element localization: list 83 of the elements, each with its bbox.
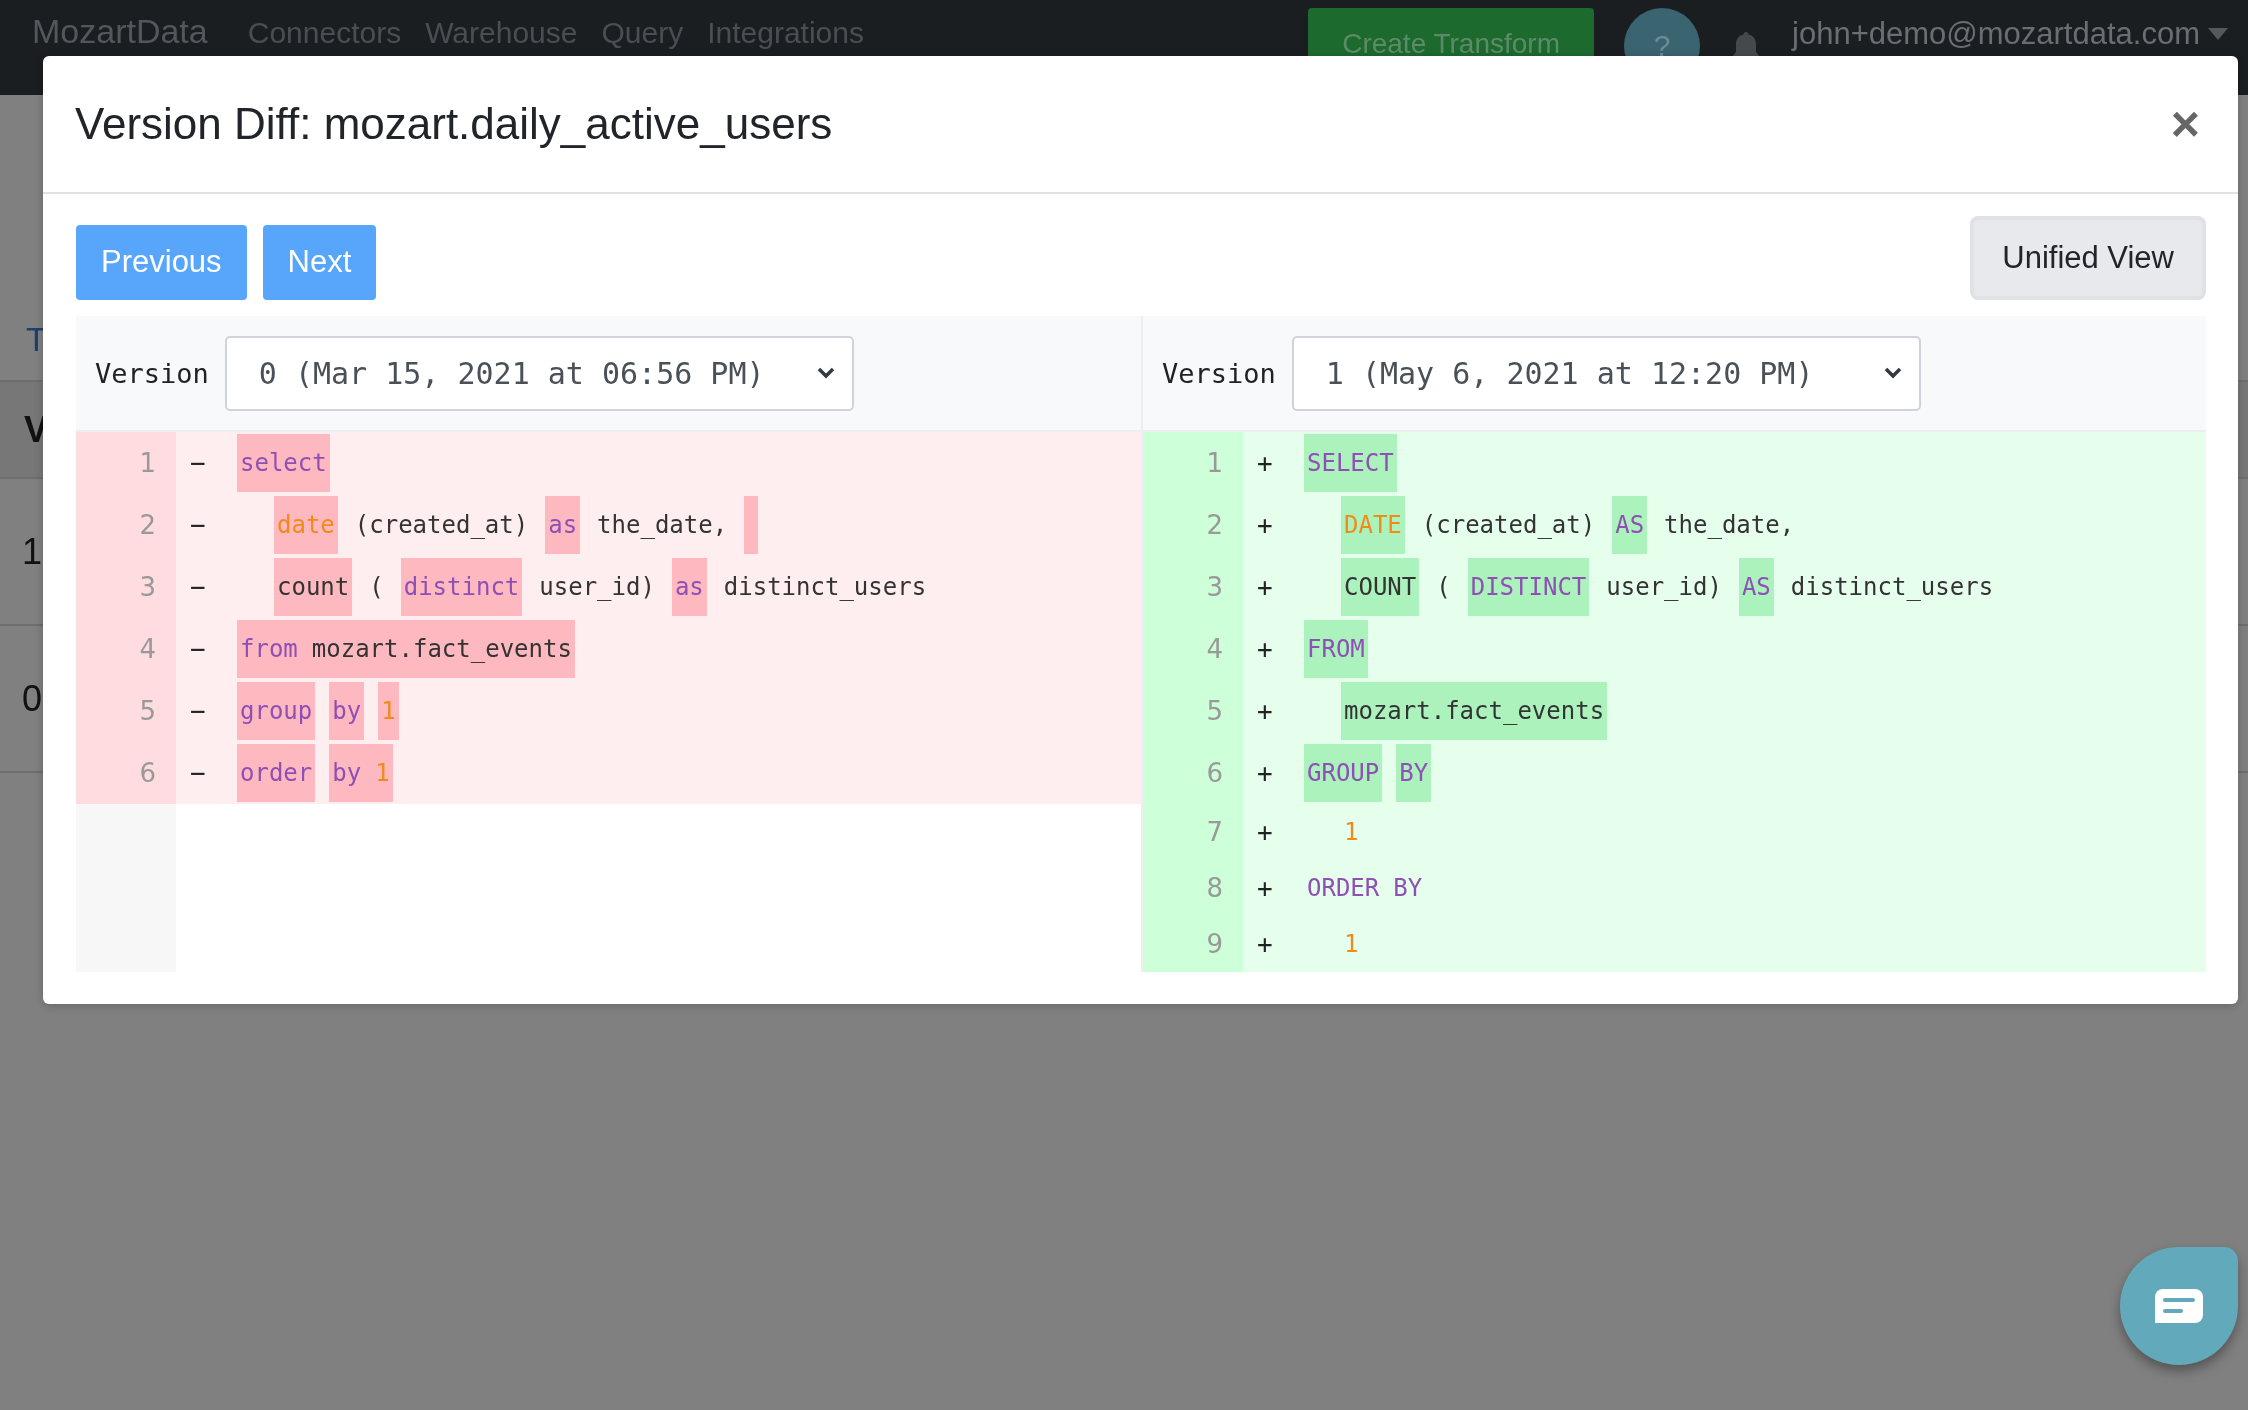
line-number: 3 bbox=[76, 556, 176, 618]
line-number: 5 bbox=[1143, 680, 1243, 742]
code-text: the_date, bbox=[1663, 510, 1796, 541]
code-text: 1 bbox=[1343, 817, 1360, 848]
highlighted-change: group bbox=[237, 682, 316, 740]
diff-sign: + bbox=[1256, 509, 1274, 542]
highlighted-change: AS bbox=[1738, 558, 1774, 616]
highlighted-change: DATE bbox=[1341, 496, 1405, 554]
caret-icon bbox=[2208, 28, 2228, 40]
table-cell: 0 bbox=[22, 677, 43, 720]
line-number: 6 bbox=[76, 742, 176, 804]
table-cell: 1 bbox=[22, 530, 43, 573]
code-text: user_id) bbox=[1605, 572, 1723, 603]
chat-button[interactable] bbox=[2120, 1247, 2238, 1365]
highlighted-change: select bbox=[237, 434, 330, 492]
code-text: ( bbox=[368, 572, 385, 603]
diff-sign: + bbox=[1256, 816, 1274, 849]
highlighted-change: DISTINCT bbox=[1467, 558, 1590, 616]
version-label: Version bbox=[95, 357, 209, 389]
code-text: 1 bbox=[1343, 929, 1360, 960]
line-number: 4 bbox=[1143, 618, 1243, 680]
highlighted-change: FROM bbox=[1304, 620, 1368, 678]
highlighted-change: by 1 bbox=[329, 744, 393, 802]
chevron-down-icon bbox=[815, 366, 836, 380]
version-select[interactable]: 0 (Mar 15, 2021 at 06:56 PM) bbox=[224, 335, 854, 411]
highlighted-change: count bbox=[274, 558, 353, 616]
code-text: ( bbox=[1435, 572, 1452, 603]
line-number: 7 bbox=[1143, 804, 1243, 860]
diff-sign: + bbox=[1256, 571, 1274, 604]
code-text: distinct_users bbox=[1789, 572, 1995, 603]
line-number: 3 bbox=[1143, 556, 1243, 618]
chat-icon bbox=[2155, 1289, 2203, 1323]
line-number: 1 bbox=[1143, 432, 1243, 494]
highlighted-change: order bbox=[237, 744, 316, 802]
dialog-title: Version Diff: mozart.daily_active_users bbox=[75, 99, 833, 149]
highlighted-change: SELECT bbox=[1304, 434, 1397, 492]
line-number: 5 bbox=[76, 680, 176, 742]
highlighted-change: as bbox=[671, 558, 707, 616]
diff-sign: + bbox=[1256, 757, 1274, 790]
diff-sign: + bbox=[1256, 872, 1274, 905]
highlighted-change: by bbox=[329, 682, 365, 740]
highlighted-change: 1 bbox=[378, 682, 399, 740]
chevron-down-icon bbox=[1882, 366, 1903, 380]
highlighted-change: AS bbox=[1612, 496, 1648, 554]
diff-sign: − bbox=[189, 571, 207, 604]
highlighted-change: from mozart.fact_events bbox=[237, 620, 575, 678]
nav-button[interactable]: Previous bbox=[76, 224, 247, 300]
diff-sign: − bbox=[189, 447, 207, 480]
diff-sign: + bbox=[1256, 447, 1274, 480]
brand-logo[interactable]: MozartData bbox=[32, 12, 208, 51]
diff-sign: − bbox=[189, 509, 207, 542]
diff-sign: − bbox=[189, 757, 207, 790]
line-number: 2 bbox=[1143, 494, 1243, 556]
line-number: 8 bbox=[1143, 860, 1243, 916]
unified-view-button[interactable]: Unified View bbox=[1970, 216, 2206, 300]
highlighted-change: GROUP bbox=[1304, 744, 1383, 802]
line-number: 4 bbox=[76, 618, 176, 680]
highlighted-change: mozart.fact_events bbox=[1341, 682, 1608, 740]
line-number: 6 bbox=[1143, 742, 1243, 804]
version-select[interactable]: 1 (May 6, 2021 at 12:20 PM) bbox=[1291, 335, 1921, 411]
code-text: (created_at) bbox=[1420, 510, 1597, 541]
diff-sign: − bbox=[189, 695, 207, 728]
nav-button[interactable]: Next bbox=[262, 224, 377, 300]
line-number: 2 bbox=[76, 494, 176, 556]
code-text: user_id) bbox=[538, 572, 656, 603]
diff-sign: + bbox=[1256, 633, 1274, 666]
user-menu[interactable]: john+demo@mozartdata.com bbox=[1792, 8, 2228, 52]
code-text: distinct_users bbox=[722, 572, 928, 603]
line-number: 9 bbox=[1143, 916, 1243, 972]
version-label: Version bbox=[1162, 357, 1276, 389]
line-number: 1 bbox=[76, 432, 176, 494]
code-text: ORDER BY bbox=[1306, 873, 1424, 904]
code-text: the_date, bbox=[596, 510, 729, 541]
code-text: (created_at) bbox=[353, 510, 530, 541]
highlighted-change: COUNT bbox=[1341, 558, 1420, 616]
diff-sign: + bbox=[1256, 928, 1274, 961]
diff-sign: + bbox=[1256, 695, 1274, 728]
highlighted-change: as bbox=[545, 496, 581, 554]
highlighted-change: distinct bbox=[400, 558, 523, 616]
highlighted-change: BY bbox=[1396, 744, 1432, 802]
diff-sign: − bbox=[189, 633, 207, 666]
highlighted-change: date bbox=[274, 496, 338, 554]
close-button[interactable]: × bbox=[2164, 99, 2206, 149]
